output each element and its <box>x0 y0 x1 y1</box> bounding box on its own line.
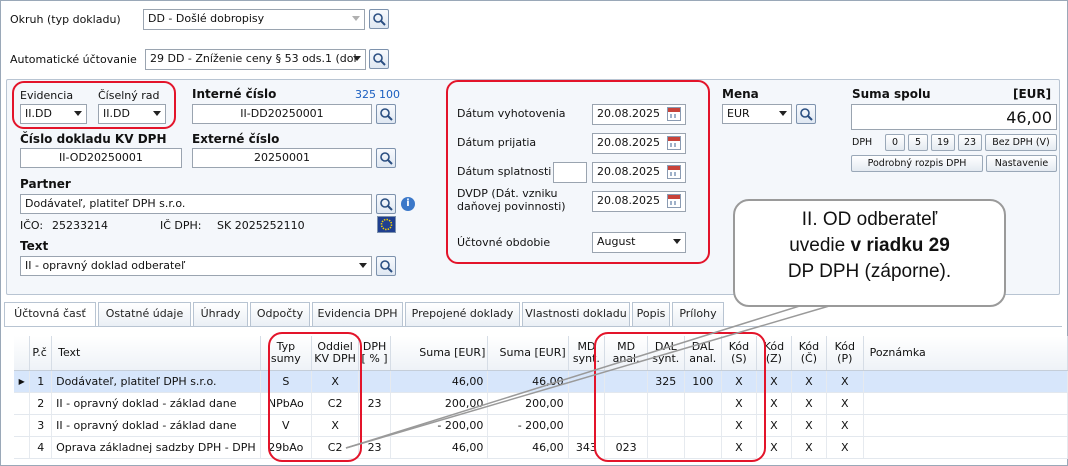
callout-line1: II. OD odberateľ <box>801 209 938 230</box>
callout-line2a: uvedie <box>789 235 851 256</box>
callout-line2b: v riadku 29 <box>850 235 950 256</box>
callout-line3: DP DPH (záporne). <box>787 261 952 282</box>
callout-note: II. OD odberateľ uvedie v riadku 29 DP D… <box>733 199 1006 307</box>
